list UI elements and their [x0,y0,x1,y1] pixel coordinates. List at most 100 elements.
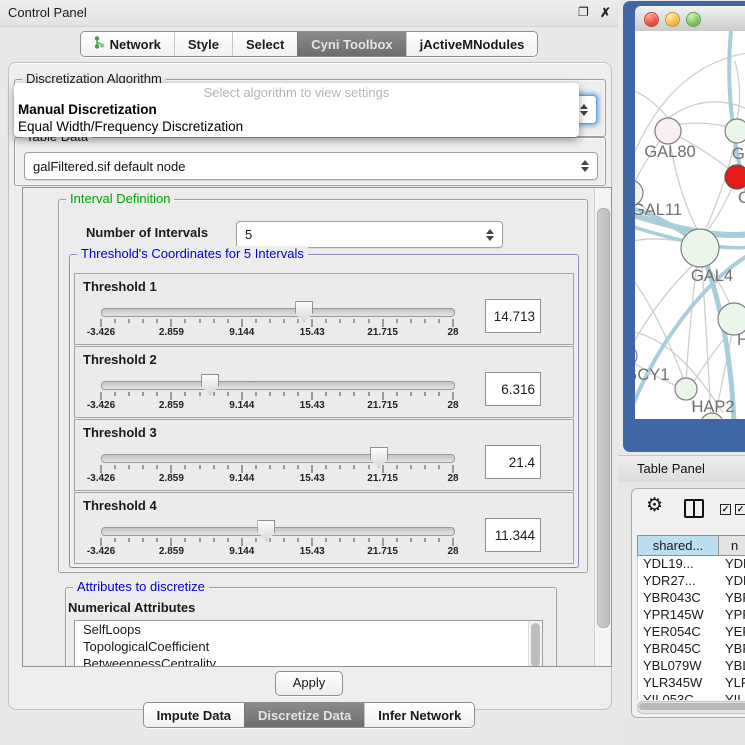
tick-label: 2.859 [159,400,184,411]
zoom-traffic-light-icon[interactable] [686,12,701,27]
columns-icon[interactable] [684,499,704,518]
number-of-intervals-spinner[interactable]: 5 [236,221,503,248]
table-row[interactable]: YLR345WYLR3 [638,675,745,692]
tick-label: 28 [447,400,458,411]
network-canvas[interactable]: GAL80GACGAL11GAL4GCY1HHAP2 [635,31,745,419]
threshold-box-2: Threshold 2-3.4262.8599.14415.4321.71528… [74,346,574,418]
table-row[interactable]: YPR145WYPR1 [638,607,745,624]
threshold-value-field[interactable]: 21.4 [485,445,541,479]
cell-name: YDR2 [719,573,745,590]
float-window-icon[interactable]: ❐ [578,5,589,19]
tab-jactivemnodules[interactable]: jActiveMNodules [406,32,538,56]
scrollbar-thumb[interactable] [639,703,745,710]
checkbox-icon[interactable]: ✓ [720,504,731,515]
attribute-list-item[interactable]: TopologicalCoefficient [75,638,542,655]
tick-mark [453,538,454,546]
table-header-row: shared... n [637,535,745,556]
minimize-traffic-light-icon[interactable] [665,12,680,27]
threshold-value-field[interactable]: 14.713 [485,299,541,333]
combo-arrows-icon [580,160,589,172]
table-row[interactable]: YER054CYER0 [638,624,745,641]
tick-mark [298,538,299,542]
apply-button[interactable]: Apply [275,671,343,696]
tab-infer-network[interactable]: Infer Network [364,703,474,727]
numerical-attributes-list[interactable]: SelfLoopsTopologicalCoefficientBetweenne… [74,620,543,667]
threshold-label: Threshold 4 [83,498,157,513]
tick-label: 15.43 [300,400,325,411]
tab-cyni-toolbox[interactable]: Cyni Toolbox [297,32,405,56]
network-node[interactable] [675,378,697,400]
table-row[interactable]: YBR043CYBR0 [638,590,745,607]
tick-mark [312,392,313,400]
settings-vertical-scrollbar[interactable] [594,188,611,666]
cell-shared-name: YPR145W [638,607,719,624]
network-tab-icon [94,36,105,52]
network-node[interactable] [681,229,719,267]
tick-mark [227,392,228,396]
table-row[interactable]: YIL053CYIL0 [638,692,745,700]
table-row[interactable]: YDL19...YDL1 [638,556,745,573]
network-node[interactable] [635,346,637,366]
threshold-box-1: Threshold 1 -3.4262.8599.14415.4321.71528… [74,273,574,345]
attribute-list-item[interactable]: SelfLoops [75,621,542,638]
tick-mark [269,465,270,469]
tab-select[interactable]: Select [232,32,297,56]
tab-style[interactable]: Style [174,32,232,56]
table-row[interactable]: YDR27...YDR2 [638,573,745,590]
checkbox-icon[interactable]: ✓ [735,504,745,515]
scrollbar-thumb[interactable] [597,208,610,628]
network-window-titlebar[interactable] [635,6,745,32]
network-node[interactable] [655,118,681,144]
attributes-list-scrollbar[interactable] [528,621,542,667]
threshold-value-field[interactable]: 11.344 [485,518,541,552]
slider-tick-labels: -3.4262.8599.14415.4321.71528 [101,327,453,339]
threshold-slider-track[interactable] [101,527,455,536]
tick-label: -3.426 [87,473,115,484]
tab-impute-data[interactable]: Impute Data [144,703,244,727]
table-row[interactable]: YBL079WYBL0 [638,658,745,675]
top-tab-bar: Network Style SelectCyni ToolboxjActiveMNo… [0,31,618,57]
tick-mark [438,319,439,323]
tick-mark [354,465,355,469]
threshold-slider-track[interactable] [101,381,455,390]
tick-mark [255,319,256,323]
network-edge [735,61,740,119]
tick-mark [241,538,242,546]
tab-label: Infer Network [378,708,461,723]
tick-label: 2.859 [159,546,184,557]
network-node[interactable] [725,119,745,143]
cell-shared-name: YLR345W [638,675,719,692]
tab-network[interactable]: Network [81,32,174,56]
column-header-name[interactable]: n [718,535,745,556]
threshold-box-3: Threshold 3-3.4262.8599.14415.4321.71528… [74,419,574,491]
control-panel: Control Panel ❐ ✗ NetworkStyleSelectCyni… [0,0,618,745]
threshold-value-field[interactable]: 6.316 [485,372,541,406]
gear-icon[interactable]: ⚙ [646,496,663,515]
tick-mark [382,319,383,327]
threshold-label: Threshold 1 [83,279,157,294]
algorithm-option-equal-width[interactable]: Equal Width/Frequency Discretization [16,119,243,134]
tick-mark [382,538,383,546]
table-row[interactable]: YBR045CYBR0 [638,641,745,658]
tick-mark [368,538,369,542]
tick-mark [424,538,425,542]
close-panel-icon[interactable]: ✗ [600,5,611,21]
column-header-shared-name[interactable]: shared... [637,535,718,556]
tick-mark [199,319,200,323]
close-traffic-light-icon[interactable] [644,12,659,27]
tick-mark [312,465,313,473]
network-node[interactable] [725,165,745,189]
attribute-list-item[interactable]: BetweennessCentrality [75,655,542,667]
tick-mark [453,319,454,327]
tick-mark [213,319,214,323]
tick-mark [213,538,214,542]
table-horizontal-scrollbar[interactable] [637,701,745,714]
threshold-slider-track[interactable] [101,454,455,463]
table-data-combobox[interactable]: galFiltered.sif default node [24,152,598,180]
threshold-slider-track[interactable] [101,308,455,317]
thresholds-group: Threshold's Coordinates for 5 Intervals … [69,254,579,568]
tick-mark [185,319,186,323]
tab-label: Style [188,37,219,52]
algorithm-option-manual[interactable]: Manual Discretization [16,102,157,117]
tab-discretize-data[interactable]: Discretize Data [244,703,364,727]
